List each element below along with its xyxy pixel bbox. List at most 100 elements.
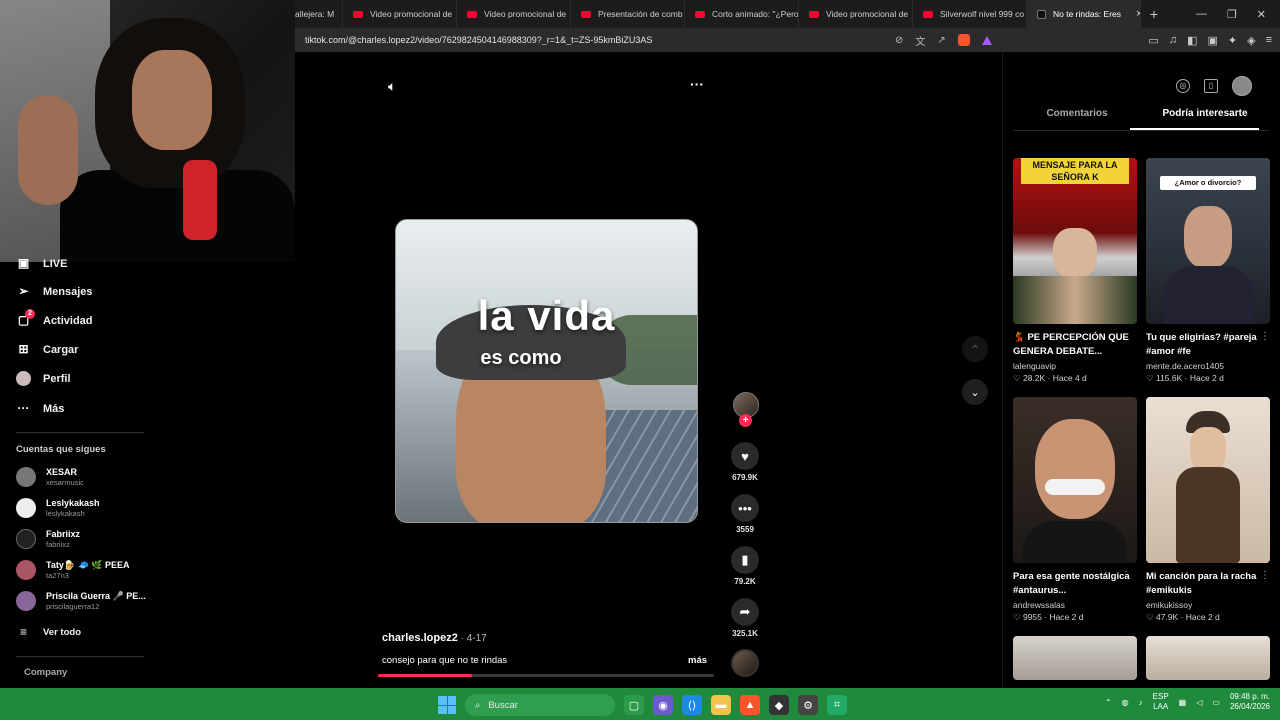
chevron-up-icon: ⌃ — [970, 343, 980, 356]
sidebar-item-profile[interactable]: Perfil — [16, 371, 71, 386]
vscode-icon[interactable]: ⟨⟩ — [682, 695, 702, 715]
discord-icon[interactable]: ◉ — [653, 695, 673, 715]
windows-start-icon[interactable] — [438, 696, 456, 714]
suggested-video-card[interactable]: ¿Amor o divorcio? Tu que eligirías? #par… — [1146, 158, 1270, 384]
taskbar-search[interactable]: ⌕ Buscar — [465, 694, 615, 716]
battery-icon[interactable]: ▭ — [1212, 698, 1220, 707]
minimize-button[interactable]: — — [1196, 8, 1207, 21]
video-progress-fill — [378, 674, 473, 677]
browser-tab[interactable]: Video promocional de — [457, 0, 571, 28]
follow-button[interactable]: + — [739, 414, 752, 427]
browser-tab[interactable]: allejera: M — [295, 0, 343, 28]
save-button[interactable]: ▮ 79.2K — [731, 546, 759, 586]
taskbar: ⌕ Buscar ▢ ◉ ⟨⟩ ▬ ▲ ◆ ⚙ ⌗ ⌃ ◍ ♪ ESP LAA ▦ … — [0, 688, 1280, 720]
upload-icon: ⊞ — [18, 342, 29, 356]
card-author: lalenguavip — [1013, 361, 1057, 371]
sidebar-item-live[interactable]: ▣ LIVE — [16, 256, 68, 271]
following-account[interactable]: Taty🍺 🧢 🌿 PEEA ta27n3 — [16, 560, 129, 580]
browser-tab[interactable]: Video promocional de — [799, 0, 913, 28]
reader-mode-icon[interactable]: ▭ — [1148, 34, 1158, 47]
next-video-button[interactable]: ⌄ — [962, 379, 988, 405]
sidebar-item-upload[interactable]: ⊞ Cargar — [16, 342, 78, 357]
language-indicator[interactable]: ESP LAA — [1153, 692, 1169, 712]
suggested-video-card[interactable]: Mi canción para la racha #emikukis emiku… — [1146, 397, 1270, 623]
app-icon[interactable]: ⌗ — [827, 695, 847, 715]
no-tracking-icon[interactable]: ⊘ — [895, 35, 903, 46]
browser-tab[interactable]: Corto animado: "¿Pero — [685, 0, 799, 28]
comment-icon: ••• — [731, 494, 759, 522]
card-author: andrewssalas — [1013, 600, 1065, 610]
chevron-up-icon[interactable]: ⌃ — [1105, 698, 1112, 707]
microphone-icon[interactable]: ♪ — [1139, 698, 1143, 707]
share-icon[interactable]: ↗ — [937, 35, 945, 46]
avatar — [16, 560, 36, 580]
following-account[interactable]: Leslykakash leslykakash — [16, 498, 100, 518]
brave-browser-icon[interactable]: ▲ — [740, 695, 760, 715]
sidebar-icon[interactable]: ◧ — [1187, 34, 1197, 47]
avatar — [16, 591, 36, 611]
card-menu-icon[interactable]: ⋮ — [1260, 331, 1270, 342]
company-link[interactable]: Company — [24, 667, 67, 678]
music-disc[interactable] — [731, 649, 759, 677]
restore-button[interactable]: ❐ — [1227, 8, 1237, 21]
active-tab-indicator — [1130, 128, 1259, 130]
clock[interactable]: 09:48 p. m. 26/04/2026 — [1230, 692, 1270, 712]
account-handle: fabriixz — [46, 540, 70, 549]
browser-tab-active[interactable]: No te rindas: Eres× — [1027, 0, 1141, 28]
device-icon[interactable]: ▯ — [1204, 79, 1218, 93]
following-account[interactable]: Priscila Guerra 🎤 PE... priscilaguerra12 — [16, 591, 146, 611]
file-explorer-icon[interactable]: ▬ — [711, 695, 731, 715]
user-avatar[interactable] — [1232, 76, 1252, 96]
browser-tab[interactable]: Silverwolf nivel 999 co — [913, 0, 1027, 28]
task-view-icon[interactable]: ▢ — [624, 695, 644, 715]
url-field[interactable]: tiktok.com/@charles.lopez2/video/7629824… — [305, 35, 885, 45]
more-caption-button[interactable]: más — [688, 655, 707, 666]
volume-tray-icon[interactable]: ◁ — [1196, 698, 1202, 707]
wallet-icon[interactable]: ▣ — [1207, 34, 1217, 47]
previous-video-button[interactable]: ⌃ — [962, 336, 988, 362]
network-icon[interactable]: ▦ — [1179, 698, 1187, 707]
card-author: emikukissoy — [1146, 600, 1193, 610]
share-button[interactable]: ➦ 325.1K — [731, 598, 759, 638]
following-account[interactable]: XESAR xesarmusic — [16, 467, 84, 487]
video-date: · 4-17 — [457, 633, 487, 644]
avatar — [16, 498, 36, 518]
browser-tab[interactable]: Video promocional de — [343, 0, 457, 28]
vpn-icon[interactable]: ◈ — [1247, 34, 1255, 47]
close-window-button[interactable]: ✕ — [1257, 8, 1266, 21]
app-icon[interactable]: ◆ — [769, 695, 789, 715]
tab-suggestions[interactable]: Podría interesarte — [1141, 108, 1269, 130]
following-account[interactable]: Fabriixz fabriixz — [16, 529, 80, 549]
leo-ai-icon[interactable]: ✦ — [1228, 34, 1237, 47]
suggested-video-card[interactable]: MENSAJE PARA LA SEÑORA K 💃 PE PERCEPCIÓN… — [1013, 158, 1137, 384]
menu-icon[interactable]: ≡ — [1266, 34, 1272, 47]
video-player[interactable]: la vida es como — [395, 219, 698, 523]
thumbnail-person — [1053, 228, 1097, 278]
card-menu-icon[interactable]: ⋮ — [1121, 570, 1131, 581]
suggested-video-thumbnail-partial[interactable] — [1013, 636, 1137, 680]
volume-icon[interactable]: 🔈︎ — [388, 78, 396, 95]
new-tab-button[interactable]: + — [1141, 6, 1167, 22]
translate-icon[interactable]: 文 — [915, 33, 925, 48]
app-tray-icon[interactable]: ◍ — [1122, 698, 1129, 707]
compass-icon[interactable]: ◎ — [1176, 79, 1190, 93]
browser-tab[interactable]: Presentación de comb — [571, 0, 685, 28]
tab-comments[interactable]: Comentarios — [1013, 108, 1141, 130]
comment-button[interactable]: ••• 3559 — [731, 494, 759, 534]
more-options-icon[interactable]: ··· — [690, 76, 704, 92]
suggested-video-card[interactable]: Para esa gente nostálgica #antaurus... a… — [1013, 397, 1137, 623]
suggested-video-thumbnail-partial[interactable] — [1146, 636, 1270, 680]
sidebar-item-more[interactable]: ··· Más — [16, 401, 65, 416]
card-menu-icon[interactable]: ⋮ — [1260, 570, 1270, 581]
sidebar-item-activity[interactable]: ▢ 2 Actividad — [16, 309, 93, 328]
brave-shield-icon[interactable] — [957, 34, 970, 46]
see-all-button[interactable]: ≡ Ver todo — [16, 625, 81, 640]
brave-rewards-icon[interactable] — [981, 35, 992, 45]
steam-icon[interactable]: ⚙ — [798, 695, 818, 715]
youtube-icon — [353, 10, 363, 18]
media-icon[interactable]: ♫ — [1169, 34, 1177, 47]
video-author[interactable]: charles.lopez2 · 4-17 — [382, 632, 487, 644]
sidebar-item-messages[interactable]: ➢ Mensajes — [16, 284, 92, 299]
video-progress-bar[interactable] — [378, 674, 714, 677]
like-button[interactable]: ♥ 679.9K — [731, 442, 759, 482]
